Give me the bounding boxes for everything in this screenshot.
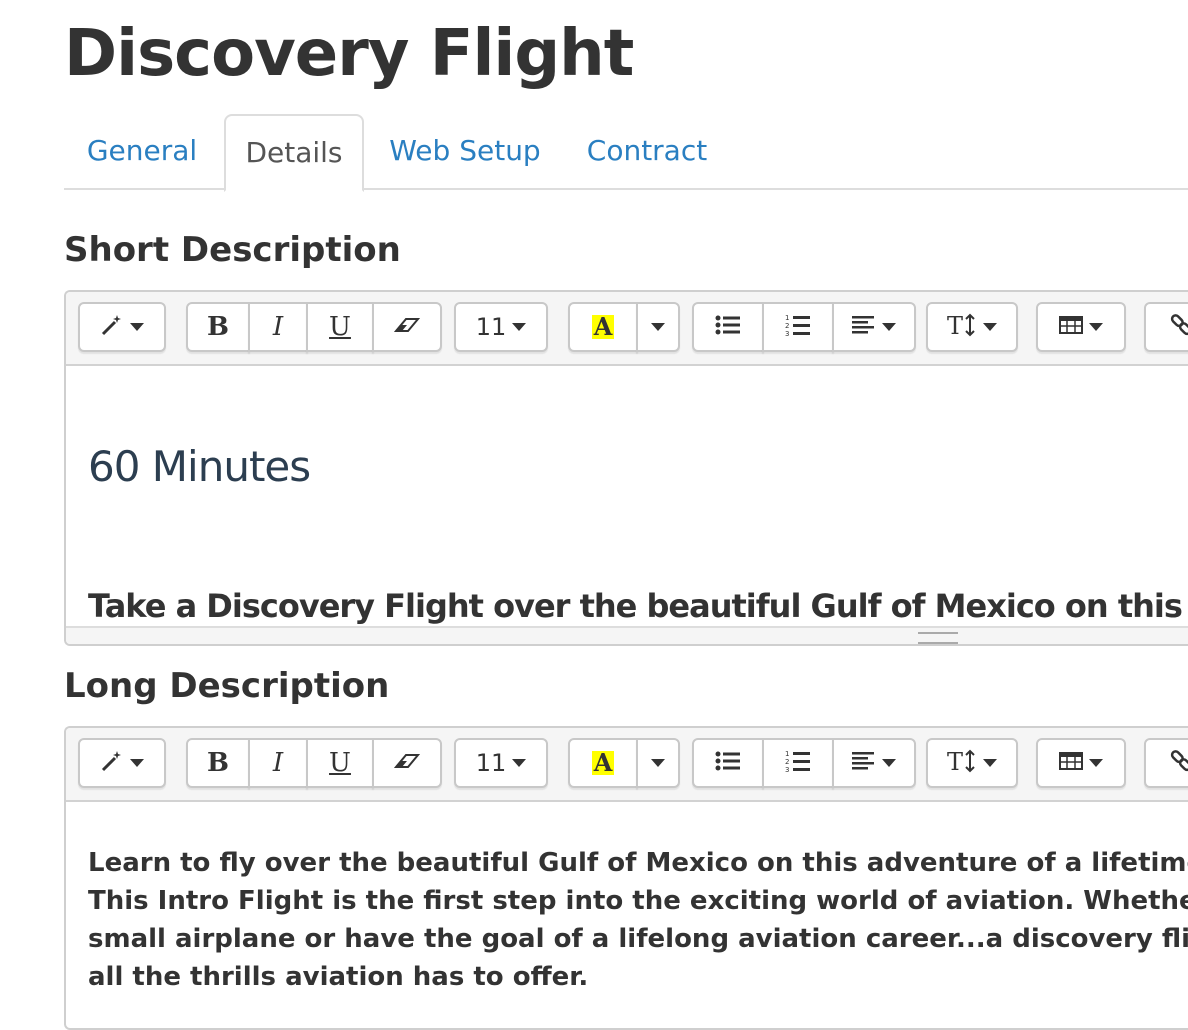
clear-format-button[interactable] <box>372 302 442 352</box>
svg-text:3: 3 <box>785 330 789 337</box>
editor-toolbar: B I U 11 A 1 2 3 T <box>66 728 1188 802</box>
eraser-icon <box>393 315 421 339</box>
magic-wand-icon <box>100 313 124 341</box>
chevron-down-icon <box>882 323 896 331</box>
editor-resize-handle[interactable] <box>66 626 1188 644</box>
svg-text:2: 2 <box>785 758 789 766</box>
svg-text:T: T <box>947 749 963 773</box>
style-button[interactable] <box>78 738 166 788</box>
table-dropdown[interactable] <box>1036 302 1126 352</box>
svg-text:T: T <box>947 313 963 337</box>
short-description-editor: B I U 11 A 1 2 3 T 60 Minutes Take a Dis… <box>64 290 1188 646</box>
line-height-icon: T <box>947 748 977 777</box>
link-icon <box>1169 749 1188 777</box>
tab-contract[interactable]: Contract <box>572 114 722 188</box>
long-description-content[interactable]: Learn to fly over the beautiful Gulf of … <box>66 802 1188 1028</box>
chevron-down-icon <box>512 759 527 767</box>
table-dropdown[interactable] <box>1036 738 1126 788</box>
italic-icon: I <box>272 748 284 778</box>
line-height-dropdown[interactable]: T <box>926 302 1018 352</box>
magic-wand-icon <box>100 749 124 777</box>
tab-general[interactable]: General <box>64 114 220 188</box>
unordered-list-button[interactable] <box>692 738 764 788</box>
clear-format-button[interactable] <box>372 738 442 788</box>
bold-icon: B <box>207 748 229 778</box>
style-button[interactable] <box>78 302 166 352</box>
grip-icon <box>918 632 958 644</box>
long-description-heading: Long Description <box>64 666 390 706</box>
tab-details[interactable]: Details <box>224 114 364 192</box>
short-description-heading: Short Description <box>64 230 401 270</box>
svg-text:1: 1 <box>785 750 789 758</box>
eraser-icon <box>393 751 421 775</box>
page-title: Discovery Flight <box>64 17 634 91</box>
italic-button[interactable]: I <box>248 738 308 788</box>
long-description-line: small airplane or have the goal of a lif… <box>88 924 1188 954</box>
chevron-down-icon <box>651 759 665 767</box>
line-height-icon: T <box>947 312 977 341</box>
unordered-list-button[interactable] <box>692 302 764 352</box>
bold-button[interactable]: B <box>186 738 250 788</box>
editor-toolbar: B I U 11 A 1 2 3 T <box>66 292 1188 366</box>
line-height-dropdown[interactable]: T <box>926 738 1018 788</box>
underline-icon: U <box>329 748 351 778</box>
link-button[interactable] <box>1144 302 1188 352</box>
highlight-button[interactable]: A <box>568 738 638 788</box>
italic-icon: I <box>272 312 284 342</box>
svg-text:2: 2 <box>785 322 789 330</box>
underline-icon: U <box>329 312 351 342</box>
svg-text:1: 1 <box>785 314 789 322</box>
long-description-line: all the thrills aviation has to offer. <box>88 962 589 992</box>
link-button[interactable] <box>1144 738 1188 788</box>
ordered-list-button[interactable]: 123 <box>762 302 834 352</box>
color-dropdown-button[interactable] <box>636 738 680 788</box>
short-description-text: Take a Discovery Flight over the beautif… <box>88 587 1188 625</box>
long-description-line: Learn to fly over the beautiful Gulf of … <box>88 848 1188 878</box>
table-icon <box>1059 752 1083 774</box>
svg-text:3: 3 <box>785 766 789 773</box>
tab-web-setup[interactable]: Web Setup <box>368 114 562 188</box>
font-size-dropdown[interactable]: 11 <box>454 738 548 788</box>
long-description-editor: B I U 11 A 1 2 3 T Learn to fly over the… <box>64 726 1188 1030</box>
highlight-button[interactable]: A <box>568 302 638 352</box>
chevron-down-icon <box>651 323 665 331</box>
chevron-down-icon <box>512 323 527 331</box>
bold-icon: B <box>207 312 229 342</box>
unordered-list-icon <box>715 750 741 776</box>
chevron-down-icon <box>1089 323 1103 331</box>
long-description-line: This Intro Flight is the first step into… <box>88 886 1188 916</box>
link-icon <box>1169 313 1188 341</box>
italic-button[interactable]: I <box>248 302 308 352</box>
table-icon <box>1059 316 1083 338</box>
chevron-down-icon <box>882 759 896 767</box>
font-size-dropdown[interactable]: 11 <box>454 302 548 352</box>
chevron-down-icon <box>1089 759 1103 767</box>
tab-bar: General Details Web Setup Contract <box>64 114 1188 192</box>
align-left-icon <box>852 315 876 339</box>
chevron-down-icon <box>130 759 144 767</box>
highlight-color-icon: A <box>591 748 615 777</box>
color-dropdown-button[interactable] <box>636 302 680 352</box>
short-description-content[interactable]: 60 Minutes Take a Discovery Flight over … <box>66 366 1188 644</box>
align-dropdown[interactable] <box>832 302 916 352</box>
chevron-down-icon <box>983 323 997 331</box>
highlight-color-icon: A <box>591 312 615 341</box>
font-size-value: 11 <box>475 749 507 777</box>
chevron-down-icon <box>983 759 997 767</box>
underline-button[interactable]: U <box>306 302 374 352</box>
ordered-list-button[interactable]: 123 <box>762 738 834 788</box>
ordered-list-icon: 123 <box>785 749 811 777</box>
chevron-down-icon <box>130 323 144 331</box>
font-size-value: 11 <box>475 313 507 341</box>
align-left-icon <box>852 751 876 775</box>
duration-text: 60 Minutes <box>88 442 311 491</box>
bold-button[interactable]: B <box>186 302 250 352</box>
ordered-list-icon: 123 <box>785 313 811 341</box>
underline-button[interactable]: U <box>306 738 374 788</box>
unordered-list-icon <box>715 314 741 340</box>
align-dropdown[interactable] <box>832 738 916 788</box>
